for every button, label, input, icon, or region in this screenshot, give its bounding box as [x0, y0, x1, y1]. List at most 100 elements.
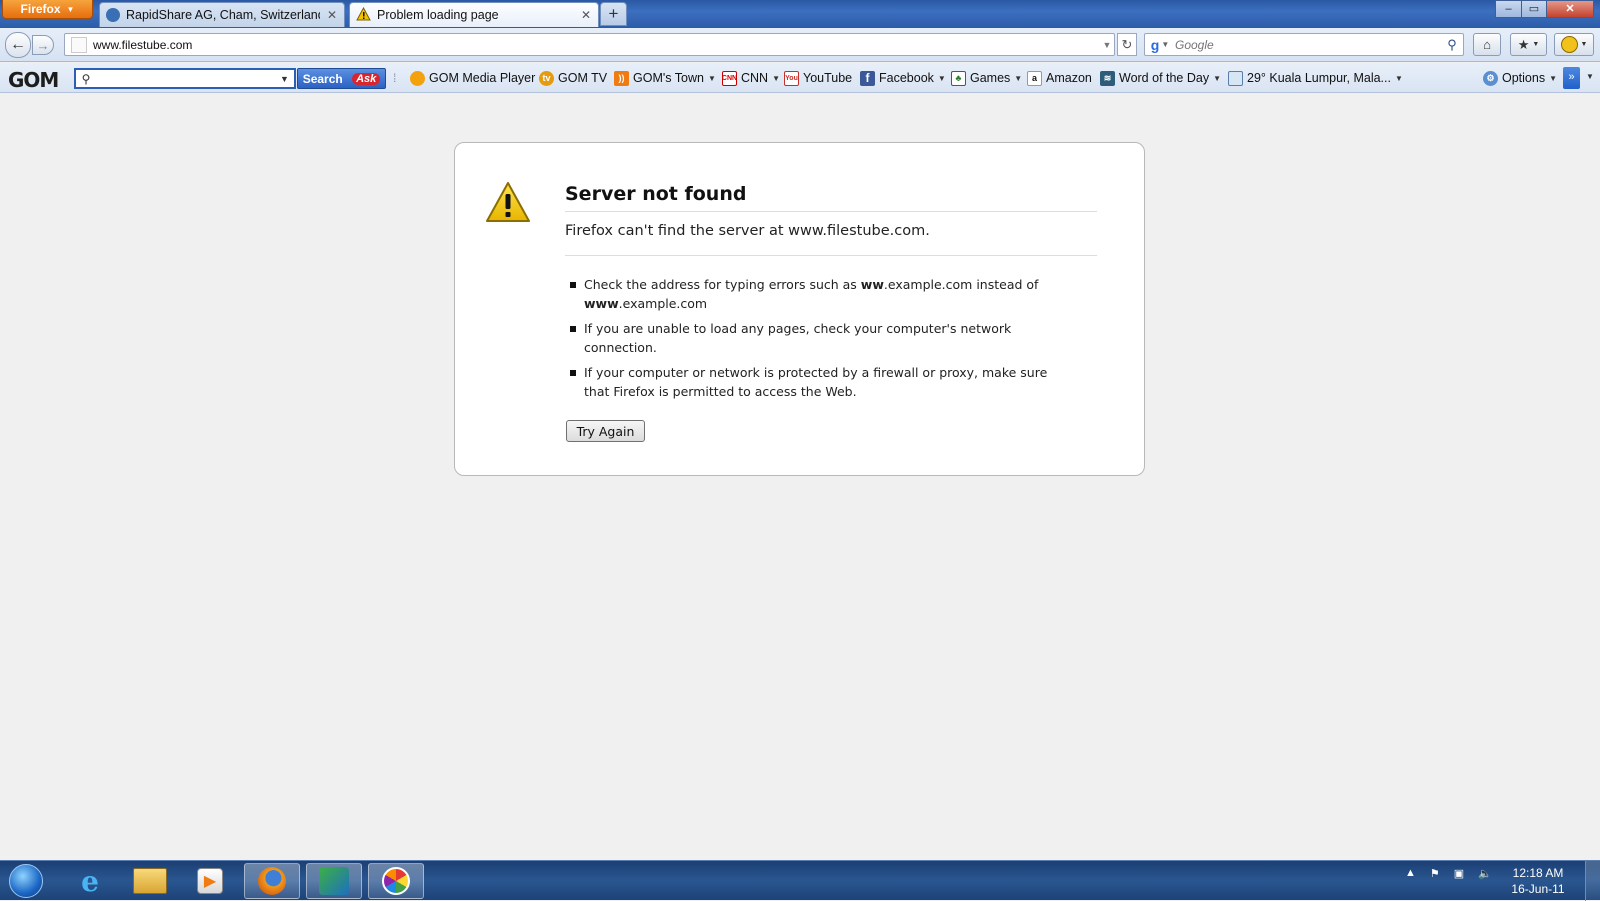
minimize-button[interactable]: –	[1495, 0, 1522, 18]
chevron-down-icon: ▼	[1532, 41, 1540, 48]
close-window-button[interactable]: ✕	[1546, 0, 1594, 18]
facebook-icon: f	[860, 70, 875, 86]
bookmark-label: Games	[970, 71, 1011, 85]
error-description: Firefox can't find the server at www.fil…	[565, 223, 1097, 256]
chevron-down-icon: ▼	[707, 73, 716, 83]
bookmark-youtube[interactable]: You YouTube	[784, 69, 852, 87]
bookmarks-button[interactable]: ★ ▼	[1510, 33, 1547, 56]
bookmark-word-of-the-day[interactable]: ≋ Word of the Day ▼	[1100, 69, 1221, 87]
suggestion-item: If you are unable to load any pages, che…	[565, 320, 1065, 357]
suggestion-text: .example.com	[618, 295, 708, 311]
file-explorer-icon	[133, 868, 167, 894]
gom-player-icon	[410, 70, 425, 86]
picasa-icon	[382, 867, 410, 895]
ask-search-input[interactable]	[96, 71, 280, 86]
rss-icon: ))	[614, 70, 629, 86]
taskbar-internet-explorer[interactable]: e	[62, 863, 118, 899]
taskbar-clock[interactable]: 12:18 AM 16-Jun-11	[1508, 865, 1568, 897]
suggestion-bold-text: ww	[860, 277, 884, 292]
bookmark-label: GOM's Town	[633, 71, 704, 85]
bookmark-label: GOM Media Player	[429, 71, 536, 85]
start-button[interactable]	[3, 863, 49, 899]
firefox-icon	[258, 867, 286, 895]
chevron-down-icon: ▼	[1014, 73, 1023, 83]
chevron-down-icon: ▼	[1213, 73, 1222, 83]
suggestion-text: Check the address for typing errors such…	[584, 277, 861, 292]
bookmarks-toolbar: GOM ⚲ ▼ Search Ask ⁞ GOM Media Player tv…	[0, 63, 1600, 93]
tab-rapidshare[interactable]: RapidShare AG, Cham, Switzerland ✕	[99, 2, 345, 27]
gear-icon: ⚙	[1483, 70, 1498, 86]
google-logo-icon[interactable]: g ▼	[1145, 37, 1175, 53]
suggestion-text: .example.com instead of	[883, 277, 1039, 292]
back-button[interactable]: ←	[5, 32, 31, 58]
windows-logo-icon	[9, 864, 43, 898]
tab-label: Problem loading page	[377, 8, 499, 22]
chevron-down-icon: ▼	[937, 73, 946, 83]
bookmark-facebook[interactable]: f Facebook ▼	[860, 69, 946, 87]
error-suggestions-list: Check the address for typing errors such…	[565, 276, 1065, 408]
volume-icon[interactable]: 🔈	[1478, 867, 1492, 880]
bookmark-amazon[interactable]: a Amazon	[1027, 69, 1092, 87]
ask-logo: Ask	[352, 72, 381, 85]
options-menu[interactable]: ⚙ Options ▼	[1483, 69, 1557, 87]
network-icon[interactable]: ▣	[1454, 867, 1464, 880]
search-icon: ⚲	[81, 71, 91, 86]
restore-button[interactable]: ▭	[1521, 0, 1547, 18]
download-manager-icon	[319, 867, 349, 895]
bookmark-gom-tv[interactable]: tv GOM TV	[539, 69, 607, 87]
close-tab-icon[interactable]: ✕	[326, 8, 338, 22]
bookmark-cnn[interactable]: CNN CNN ▼	[722, 69, 780, 87]
taskbar-media-player[interactable]: ▶	[182, 863, 238, 899]
taskbar-firefox[interactable]	[244, 863, 300, 899]
show-hidden-icons-icon[interactable]: ▲	[1405, 867, 1416, 880]
bookmark-goms-town[interactable]: )) GOM's Town ▼	[614, 69, 716, 87]
bookmark-label: 29° Kuala Lumpur, Mala...	[1247, 71, 1391, 85]
bookmark-gom-media-player[interactable]: GOM Media Player	[410, 69, 535, 87]
try-again-button[interactable]: Try Again	[566, 420, 645, 442]
url-input[interactable]	[93, 37, 1100, 52]
firefox-menu-button[interactable]: Firefox ▼	[2, 0, 93, 19]
forward-button[interactable]: →	[32, 35, 54, 55]
reload-button[interactable]: ↻	[1117, 33, 1137, 56]
address-bar[interactable]: ▼	[64, 33, 1115, 56]
search-bar[interactable]: g▼ ⚲	[1144, 33, 1464, 56]
taskbar-file-explorer[interactable]	[122, 863, 178, 899]
bookmark-weather[interactable]: 29° Kuala Lumpur, Mala... ▼	[1228, 69, 1403, 87]
bookmark-games[interactable]: ♣ Games ▼	[951, 69, 1022, 87]
bookmark-label: Amazon	[1046, 71, 1092, 85]
tab-problem-loading[interactable]: Problem loading page ✕	[349, 2, 599, 27]
chevron-down-icon[interactable]: ▼	[280, 74, 294, 84]
ask-search-button[interactable]: Search Ask	[297, 68, 386, 89]
addon-button[interactable]: ▼	[1554, 33, 1594, 56]
show-desktop-button[interactable]	[1585, 861, 1600, 901]
ask-search-box[interactable]: ⚲ ▼	[74, 68, 296, 89]
chevron-down-icon: ▼	[1549, 73, 1558, 83]
smiley-addon-icon	[1560, 36, 1578, 53]
taskbar-download-manager[interactable]	[306, 863, 362, 899]
gom-logo-text: GOM	[8, 68, 59, 92]
chevron-down-icon[interactable]: ▼	[1586, 72, 1594, 81]
new-tab-button[interactable]: +	[600, 2, 627, 26]
bookmark-label: Word of the Day	[1119, 71, 1210, 85]
search-input[interactable]	[1175, 37, 1441, 52]
close-tab-icon[interactable]: ✕	[580, 8, 592, 22]
search-icon[interactable]: ⚲	[1441, 37, 1463, 53]
games-icon: ♣	[951, 70, 966, 86]
suggestion-bold-text: www	[584, 295, 619, 311]
gom-logo[interactable]: GOM	[8, 68, 59, 92]
forward-arrow-icon: →	[36, 37, 50, 53]
window-titlebar: Firefox ▼ RapidShare AG, Cham, Switzerla…	[0, 0, 1600, 28]
media-player-icon: ▶	[197, 868, 223, 894]
more-bookmarks-button[interactable]: »	[1563, 67, 1580, 89]
url-history-dropdown-icon[interactable]: ▼	[1100, 40, 1114, 50]
taskbar-picasa[interactable]	[368, 863, 424, 899]
action-center-flag-icon[interactable]: ⚑	[1430, 867, 1440, 880]
home-button[interactable]: ⌂	[1473, 33, 1501, 56]
toolbar-separator-icon: ⁞	[393, 71, 397, 85]
firefox-menu-label: Firefox	[20, 2, 61, 16]
home-icon: ⌂	[1483, 37, 1491, 52]
bookmark-label: GOM TV	[558, 71, 608, 85]
error-container: Server not found Firefox can't find the …	[454, 142, 1145, 476]
chevron-down-icon: ▼	[1394, 73, 1403, 83]
rapidshare-favicon-icon	[106, 8, 120, 22]
